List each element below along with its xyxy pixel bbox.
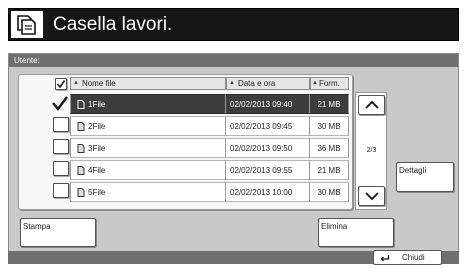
return-arrow-icon — [380, 254, 390, 261]
row-checkbox-4[interactable] — [53, 161, 69, 176]
sort-triangle-icon: ▲ — [73, 80, 79, 86]
close-button[interactable]: Chiudi — [373, 250, 442, 265]
chevron-up-icon — [364, 100, 379, 109]
table-row[interactable]: 2File 02/02/2013 09:45 30 MB — [70, 116, 349, 136]
row-checkbox-5[interactable] — [53, 183, 69, 198]
file-name: 5File — [88, 187, 106, 197]
column-header-name-label: Nome file — [81, 79, 116, 88]
details-button[interactable]: Dettagli — [396, 162, 454, 192]
table-row[interactable]: 4File 02/02/2013 09:55 21 MB — [70, 160, 349, 180]
file-name: 4File — [88, 165, 106, 175]
document-icon — [77, 143, 85, 153]
document-icon — [77, 187, 85, 197]
sort-triangle-icon: ▲ — [312, 80, 318, 86]
file-name: 2File — [88, 121, 106, 131]
file-date: 02/02/2013 09:50 — [226, 138, 310, 158]
page-indicator: 2/3 — [366, 147, 377, 154]
row-checkbox-2[interactable] — [53, 117, 69, 132]
table-row[interactable]: 1File 02/02/2013 09:40 21 MB — [70, 94, 349, 114]
select-all-checkbox[interactable] — [55, 78, 67, 90]
file-name: 3File — [88, 143, 106, 153]
column-header-name[interactable]: ▲ Nome file — [70, 77, 226, 90]
column-header-date[interactable]: ▲ Data e ora — [226, 77, 310, 90]
sort-triangle-icon: ▲ — [229, 80, 235, 86]
document-icon — [77, 99, 85, 109]
user-label: Utente: — [9, 54, 458, 67]
column-header-size[interactable]: ▲ Form. — [310, 77, 349, 90]
document-box-icon — [9, 9, 45, 40]
table-row[interactable]: 5File 02/02/2013 10:00 30 MB — [70, 182, 349, 202]
column-header-date-label: Data e ora — [237, 79, 276, 88]
column-header-size-label: Form. — [318, 79, 340, 88]
scroll-down-button[interactable] — [358, 186, 385, 206]
scroll-up-button[interactable] — [358, 95, 385, 115]
table-row[interactable]: 3File 02/02/2013 09:50 36 MB — [70, 138, 349, 158]
row-checkbox-3[interactable] — [53, 139, 69, 154]
page-title: Casella lavori. — [53, 14, 173, 35]
check-icon — [52, 96, 68, 111]
document-icon — [77, 121, 85, 131]
document-icon — [77, 165, 85, 175]
file-size: 36 MB — [310, 138, 349, 158]
file-date: 02/02/2013 09:40 — [226, 94, 310, 114]
file-name: 1File — [88, 99, 106, 109]
chevron-down-icon — [364, 192, 379, 201]
file-size: 30 MB — [310, 116, 349, 136]
row-checkbox-1[interactable] — [51, 95, 68, 111]
file-date: 02/02/2013 09:55 — [226, 160, 310, 180]
delete-button[interactable]: Elimina — [318, 218, 394, 247]
close-label: Chiudi — [402, 253, 425, 262]
file-size: 21 MB — [310, 94, 349, 114]
file-size: 21 MB — [310, 160, 349, 180]
title-bar: Casella lavori. — [8, 8, 459, 41]
print-button[interactable]: Stampa — [20, 218, 96, 247]
check-icon — [56, 80, 66, 89]
file-date: 02/02/2013 09:45 — [226, 116, 310, 136]
file-date: 02/02/2013 10:00 — [226, 182, 310, 202]
file-size: 30 MB — [310, 182, 349, 202]
